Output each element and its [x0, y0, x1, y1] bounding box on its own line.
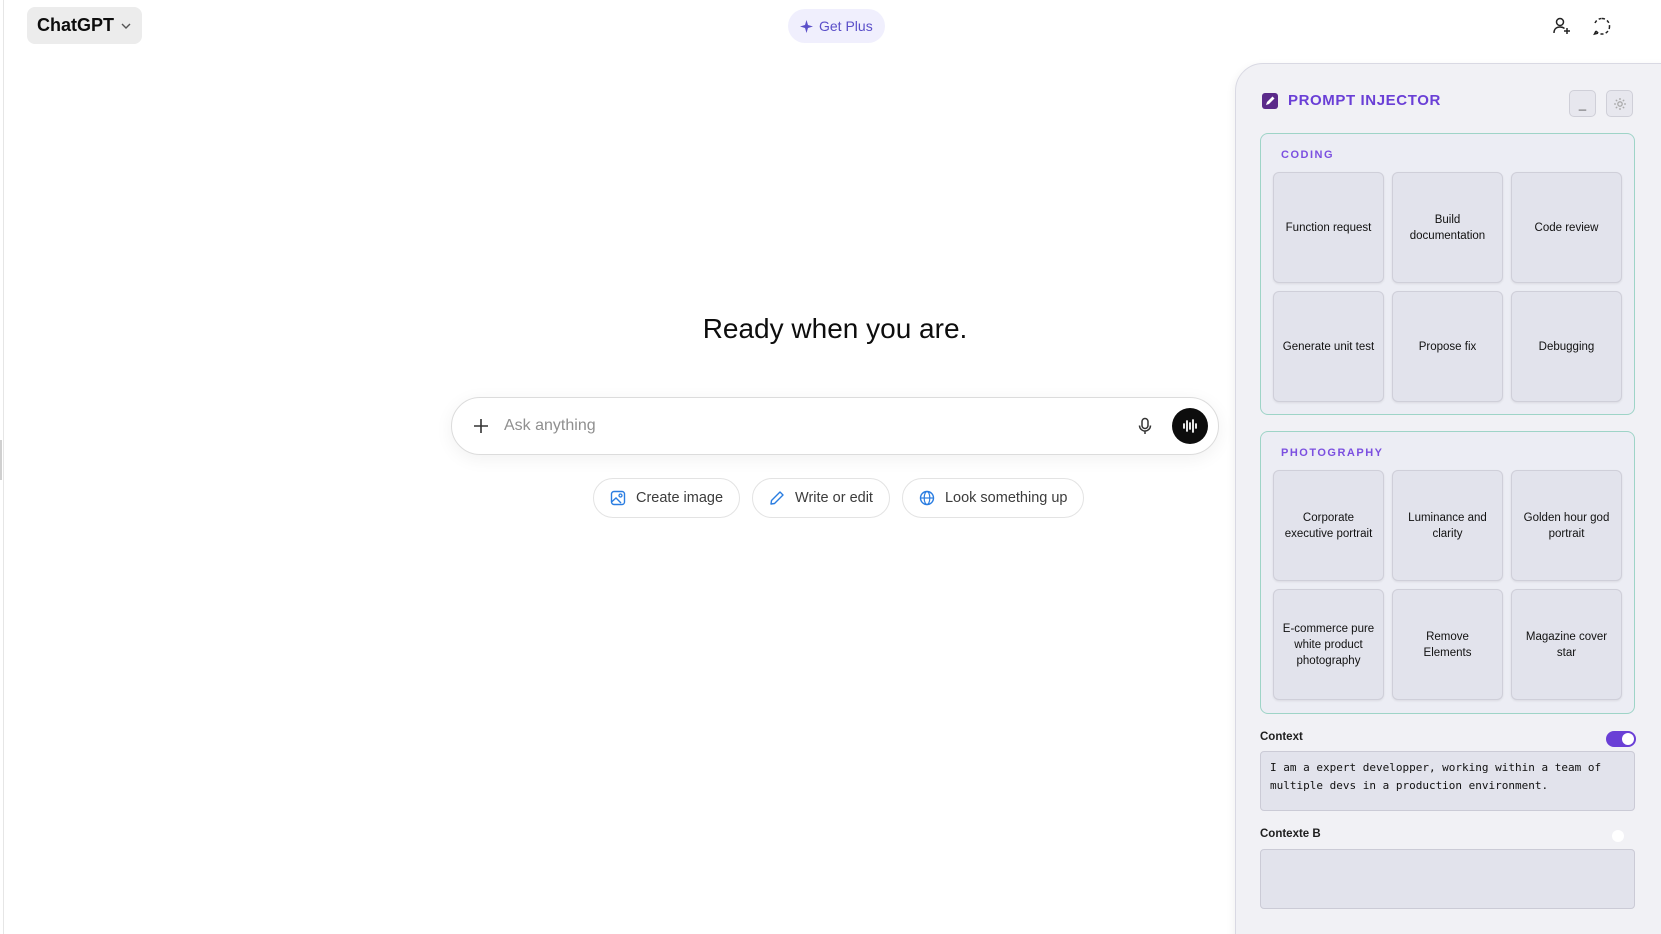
sparkle-icon: [800, 19, 813, 33]
prompt-card[interactable]: Propose fix: [1392, 291, 1503, 402]
composer-input[interactable]: [504, 417, 1134, 435]
add-user-icon[interactable]: [1550, 14, 1574, 38]
toggle-knob: [1612, 830, 1624, 842]
prompt-card[interactable]: Magazine cover star: [1511, 589, 1622, 700]
get-plus-label: Get Plus: [819, 18, 873, 34]
temporary-chat-icon[interactable]: [1590, 14, 1614, 38]
context-b-toggle[interactable]: [1606, 828, 1636, 844]
page-headline: Ready when you are.: [702, 313, 968, 344]
minimize-label: _: [1578, 96, 1587, 111]
plus-icon[interactable]: [470, 415, 492, 437]
chip-label: Create image: [636, 490, 724, 506]
prompt-card[interactable]: Function request: [1273, 172, 1384, 283]
waveform-icon: [1183, 419, 1197, 433]
context-b-label: Contexte B: [1260, 828, 1321, 840]
pencil-icon: [770, 491, 784, 505]
context-toggle[interactable]: [1606, 731, 1636, 747]
prompt-card[interactable]: Luminance and clarity: [1392, 470, 1503, 581]
prompt-card[interactable]: Generate unit test: [1273, 291, 1384, 402]
prompt-card[interactable]: Debugging: [1511, 291, 1622, 402]
image-icon: [610, 490, 626, 506]
minimize-button[interactable]: _: [1569, 90, 1596, 117]
composer: [451, 397, 1219, 455]
chip-label: Look something up: [944, 490, 1068, 506]
write-or-edit-chip[interactable]: Write or edit: [752, 478, 890, 518]
suggestion-chips: Create image Write or edit Look somethin…: [593, 478, 1085, 518]
model-selector-button[interactable]: ChatGPT: [27, 7, 143, 44]
section-label: CODING: [1281, 149, 1334, 161]
prompt-injector-panel: PROMPT INJECTOR _ CODING Function reques…: [1235, 63, 1661, 934]
chip-label: Write or edit: [795, 490, 873, 506]
section-coding: CODING Function request Build documentat…: [1260, 133, 1635, 415]
prompt-card[interactable]: Golden hour god portrait: [1511, 470, 1622, 581]
chevron-down-icon: [121, 23, 131, 29]
pen-logo-icon: [1262, 92, 1278, 109]
create-image-chip[interactable]: Create image: [593, 478, 741, 518]
get-plus-button[interactable]: Get Plus: [788, 9, 885, 43]
prompt-card[interactable]: Build documentation: [1392, 172, 1503, 283]
prompt-card[interactable]: Code review: [1511, 172, 1622, 283]
look-something-up-chip[interactable]: Look something up: [901, 478, 1085, 518]
microphone-icon[interactable]: [1134, 415, 1156, 437]
sidebar-handle[interactable]: [0, 440, 2, 480]
context-label: Context: [1260, 731, 1303, 743]
chatgpt-page: ChatGPT Get Plus Ready when you are. Cre…: [0, 0, 1661, 934]
context-b-textarea[interactable]: [1260, 849, 1635, 909]
section-photography: PHOTOGRAPHY Corporate executive portrait…: [1260, 431, 1635, 714]
prompt-card[interactable]: E-commerce pure white product photograph…: [1273, 589, 1384, 700]
settings-button[interactable]: [1606, 90, 1633, 117]
globe-icon: [919, 490, 935, 506]
panel-header: PROMPT INJECTOR: [1262, 92, 1441, 109]
toggle-knob: [1622, 733, 1634, 745]
model-name: ChatGPT: [37, 15, 115, 35]
gear-icon: [1613, 97, 1626, 110]
context-textarea[interactable]: I am a expert developper, working within…: [1260, 751, 1635, 811]
panel-title: PROMPT INJECTOR: [1288, 92, 1441, 109]
section-label: PHOTOGRAPHY: [1281, 447, 1384, 459]
prompt-card[interactable]: Corporate executive portrait: [1273, 470, 1384, 581]
voice-mode-button[interactable]: [1172, 408, 1208, 444]
prompt-card[interactable]: Remove Elements: [1392, 589, 1503, 700]
